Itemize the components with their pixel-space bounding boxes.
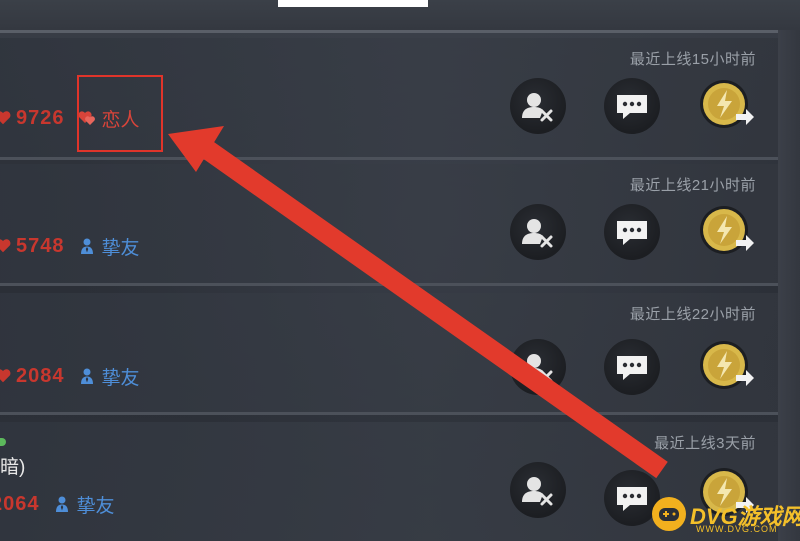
top-input-box[interactable]	[278, 0, 428, 7]
chat-button[interactable]	[604, 78, 660, 134]
heart-icon	[0, 111, 11, 125]
chat-button[interactable]	[604, 204, 660, 260]
chat-button[interactable]	[604, 339, 660, 395]
chat-bubble-icon	[617, 356, 647, 380]
energy-coin-send-icon	[700, 80, 754, 128]
intimacy-value: 5748	[16, 234, 65, 257]
relation-label: 挚友	[101, 367, 140, 389]
intimacy-value: 2084	[16, 364, 65, 387]
intimacy-value: 9726	[16, 106, 65, 129]
heart-icon	[0, 369, 11, 383]
friend-row[interactable]: 最近上线21小时前 5748 挚友	[0, 164, 778, 286]
remove-friend-button[interactable]	[510, 204, 566, 260]
friend-stats: 2084 挚友	[0, 363, 140, 389]
person-icon	[80, 238, 93, 254]
friend-stats: 2064 挚友	[0, 491, 115, 517]
remove-friend-button[interactable]	[510, 339, 566, 395]
send-energy-button[interactable]	[694, 74, 758, 138]
friend-row[interactable]: 最近上线22小时前 2084 挚友	[0, 293, 778, 415]
person-icon	[55, 496, 68, 512]
relation-tag: 挚友	[77, 363, 140, 390]
remove-friend-icon	[522, 477, 553, 506]
relation-tag: 挚友	[77, 233, 140, 260]
remove-friend-icon	[522, 354, 553, 383]
send-energy-button[interactable]	[694, 200, 758, 264]
chat-bubble-icon	[617, 95, 647, 119]
relation-label: 挚友	[76, 495, 115, 517]
friend-name-fragment: 暗)	[0, 457, 26, 478]
send-energy-button[interactable]	[694, 335, 758, 399]
watermark: DVG游戏网 WWW.DVG.COM	[652, 491, 800, 541]
watermark-url: WWW.DVG.COM	[696, 524, 778, 534]
intimacy-value: 2064	[0, 492, 40, 515]
chat-bubble-icon	[617, 221, 647, 245]
last-online-label: 最近上线15小时前	[629, 51, 756, 68]
person-icon	[80, 368, 93, 384]
heart-icon	[0, 239, 11, 253]
remove-friend-icon	[522, 93, 553, 122]
energy-coin-send-icon	[700, 206, 754, 254]
last-online-label: 最近上线22小时前	[629, 306, 756, 323]
relation-label: 挚友	[101, 237, 140, 259]
relation-tag: 挚友	[52, 491, 115, 518]
energy-coin-send-icon	[700, 341, 754, 389]
friend-list-screen: 最近上线15小时前 9726 恋人 最近上线21小时前 5748 挚友 最近上线…	[0, 0, 800, 541]
last-online-label: 最近上线3天前	[654, 435, 756, 452]
gamepad-logo-icon	[652, 497, 686, 531]
annotation-highlight-box	[77, 75, 163, 152]
last-online-label: 最近上线21小时前	[629, 177, 756, 194]
remove-friend-button[interactable]	[510, 462, 566, 518]
scroll-rail[interactable]	[778, 30, 800, 541]
remove-friend-icon	[522, 219, 553, 248]
remove-friend-button[interactable]	[510, 78, 566, 134]
friend-stats: 5748 挚友	[0, 233, 140, 259]
